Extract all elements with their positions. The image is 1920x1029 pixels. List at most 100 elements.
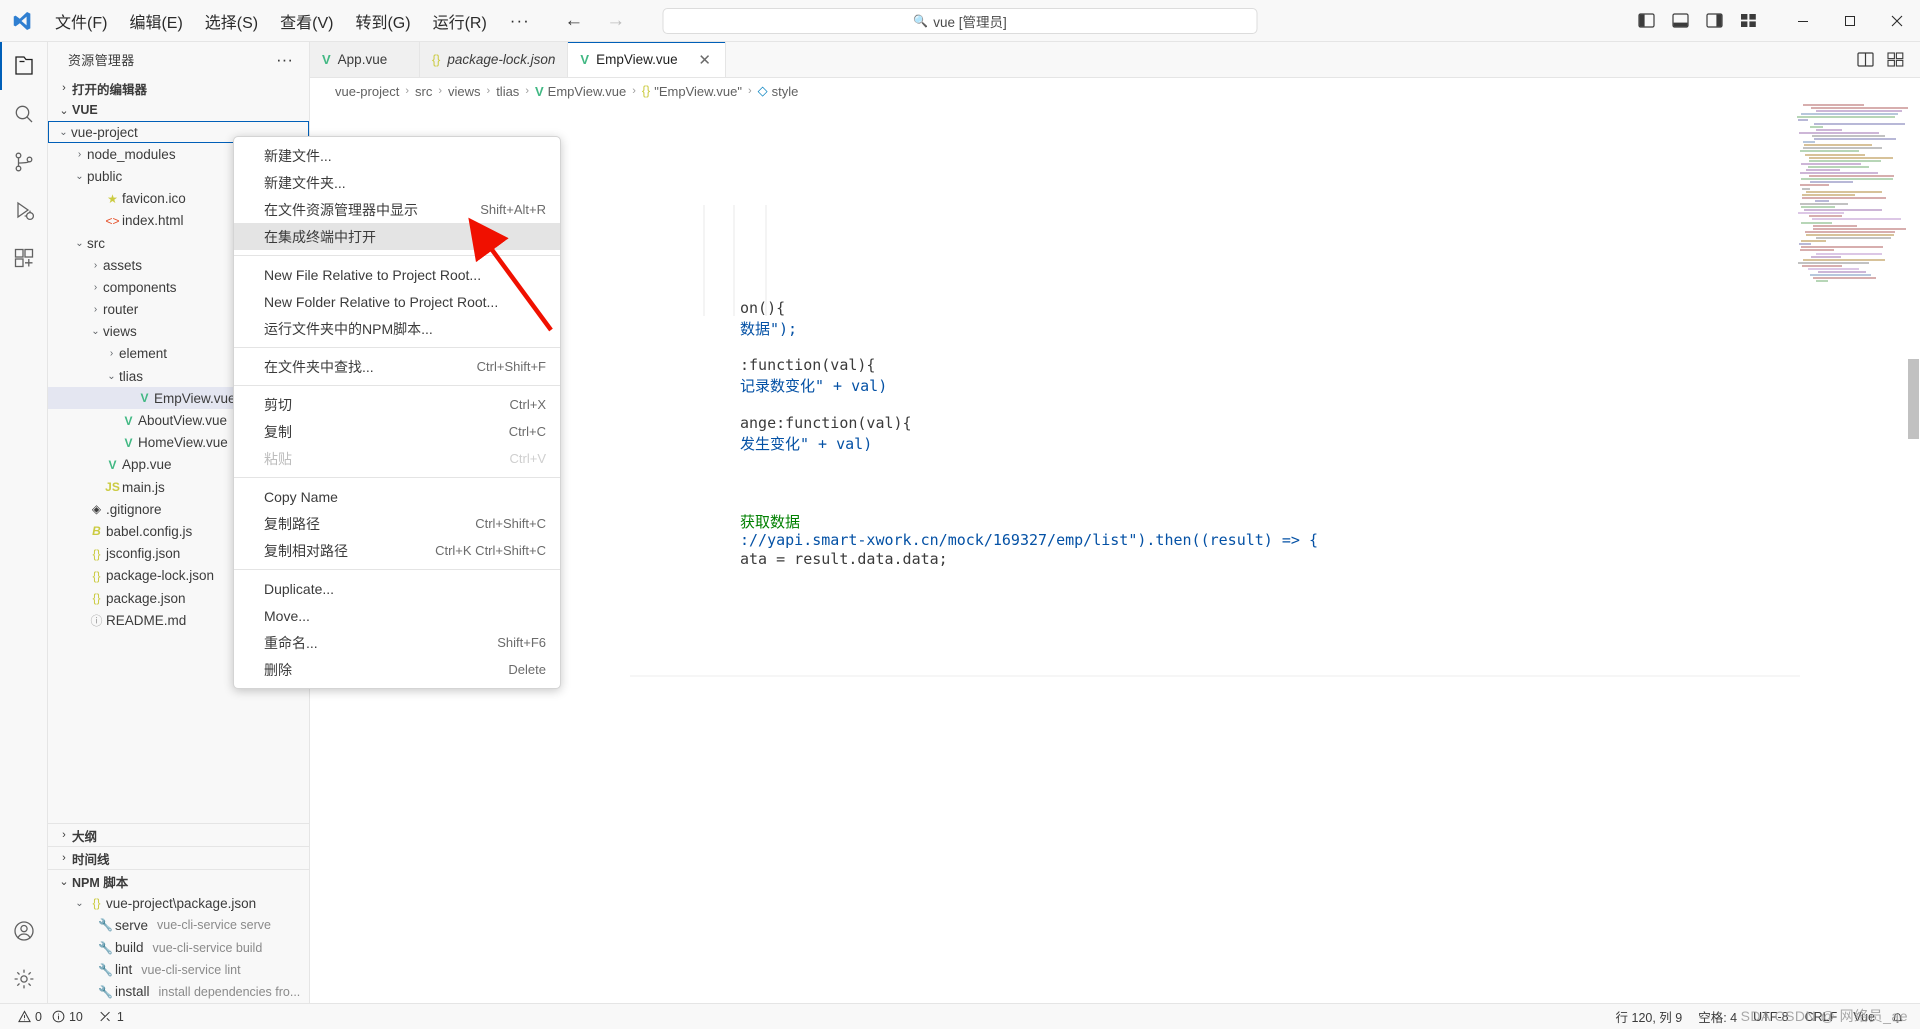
breadcrumb-item[interactable]: {} "EmpView.vue" <box>642 84 742 99</box>
section-timeline[interactable]: › 时间线 <box>48 846 309 869</box>
window-close-button[interactable] <box>1873 0 1920 42</box>
context-menu-item[interactable]: 在文件资源管理器中显示 Shift+Alt+R <box>234 196 560 223</box>
toggle-primary-sidebar-icon[interactable] <box>1629 0 1663 42</box>
code-fragment: 发生变化" + val) <box>740 433 872 454</box>
section-open-editors[interactable]: › 打开的编辑器 <box>48 77 309 99</box>
minimap-line <box>1809 125 1824 128</box>
context-menu-item[interactable]: 复制 Ctrl+C <box>234 418 560 445</box>
minimap-line <box>1812 277 1876 280</box>
context-menu-item-label: New Folder Relative to Project Root... <box>264 293 499 310</box>
npm-package-json-item[interactable]: ⌄ {} vue-project\package.json <box>48 892 309 914</box>
tree-item-label: babel.config.js <box>106 523 193 539</box>
more-editor-actions-icon[interactable] <box>1880 42 1910 78</box>
context-menu-item-label: Duplicate... <box>264 580 335 597</box>
context-menu-item[interactable]: 复制相对路径 Ctrl+K Ctrl+Shift+C <box>234 537 560 564</box>
breadcrumb-item[interactable]: ◇ style <box>758 83 799 99</box>
scrollbar-thumb[interactable] <box>1908 359 1919 439</box>
explorer-context-menu[interactable]: 新建文件... 新建文件夹... 在文件资源管理器中显示 Shift+Alt+R 在集成… <box>233 136 561 689</box>
minimap-line <box>1800 150 1859 153</box>
activity-explorer-icon[interactable] <box>0 42 48 90</box>
npm-script-lint[interactable]: 🔧 lint vue-cli-service lint <box>48 959 309 981</box>
context-menu-item[interactable]: 新建文件... <box>234 142 560 169</box>
activity-extensions-icon[interactable] <box>0 234 48 282</box>
tab-empview-vue[interactable]: V EmpView.vue ✕ <box>568 42 726 77</box>
code-fragment-text: on(){ <box>740 299 786 317</box>
menu-go[interactable]: 转到(G) <box>344 0 421 41</box>
command-center[interactable]: 🔍 vue [管理员] <box>662 7 1258 34</box>
breadcrumb-item[interactable]: tlias <box>496 84 519 99</box>
context-menu-item-label: 复制路径 <box>264 515 320 532</box>
activity-search-icon[interactable] <box>0 90 48 138</box>
context-menu-item-label: 新建文件夹... <box>264 174 346 191</box>
code-fragment: 数据"); <box>740 318 797 339</box>
tab-close-icon[interactable]: ✕ <box>697 51 713 69</box>
window-minimize-button[interactable] <box>1779 0 1826 42</box>
activity-source-control-icon[interactable] <box>0 138 48 186</box>
context-menu-item-label: 重命名... <box>264 634 318 651</box>
status-ports[interactable]: 1 <box>91 1004 132 1029</box>
breadcrumb-item[interactable]: V EmpView.vue <box>535 84 626 99</box>
status-cursor-position[interactable]: 行 120, 列 9 <box>1608 1004 1691 1029</box>
context-menu-item[interactable]: 在文件夹中查找... Ctrl+Shift+F <box>234 353 560 380</box>
tree-item-label: public <box>87 168 123 184</box>
minimap-line <box>1800 206 1835 209</box>
tab-package-lock-json[interactable]: {} package-lock.json <box>420 42 569 77</box>
section-outline[interactable]: › 大纲 <box>48 823 309 846</box>
toggle-secondary-sidebar-icon[interactable] <box>1697 0 1731 42</box>
activity-settings-gear-icon[interactable] <box>0 955 48 1003</box>
section-npm-scripts[interactable]: ⌄ NPM 脚本 <box>48 869 309 892</box>
menu-selection[interactable]: 选择(S) <box>194 0 269 41</box>
minimap-line <box>1803 258 1886 261</box>
context-menu-item[interactable]: New Folder Relative to Project Root... <box>234 288 560 315</box>
toggle-panel-icon[interactable] <box>1663 0 1697 42</box>
tree-indent-spacer: › <box>72 615 87 626</box>
menu-view[interactable]: 查看(V) <box>269 0 344 41</box>
window-maximize-button[interactable] <box>1826 0 1873 42</box>
status-problems[interactable]: 0 10 <box>10 1004 91 1029</box>
section-open-editors-label: 打开的编辑器 <box>72 82 148 97</box>
split-editor-right-icon[interactable] <box>1850 42 1880 78</box>
breadcrumb-separator-icon: › <box>438 85 442 97</box>
json-icon: {} <box>432 52 441 67</box>
breadcrumb-separator-icon: › <box>747 85 752 97</box>
context-menu-item[interactable]: New File Relative to Project Root... <box>234 261 560 288</box>
tree-item-label: assets <box>103 257 143 273</box>
menu-edit[interactable]: 编辑(E) <box>118 0 193 41</box>
context-menu-item[interactable]: 复制路径 Ctrl+Shift+C <box>234 510 560 537</box>
context-menu-item[interactable]: 运行文件夹中的NPM脚本... <box>234 315 560 342</box>
tree-item-label: EmpView.vue <box>154 390 236 406</box>
context-menu-item[interactable]: 在集成终端中打开 <box>234 223 560 250</box>
activity-account-icon[interactable] <box>0 907 48 955</box>
context-menu-item[interactable]: Move... <box>234 602 560 629</box>
back-arrow-icon[interactable]: ← <box>564 10 584 32</box>
menu-file[interactable]: 文件(F) <box>44 0 118 41</box>
forward-arrow-icon[interactable]: → <box>606 10 626 32</box>
menu-bar[interactable]: 文件(F) 编辑(E) 选择(S) 查看(V) 转到(G) 运行(R) ··· <box>44 0 542 41</box>
context-menu-item[interactable]: 删除 Delete <box>234 656 560 683</box>
explorer-more-actions-icon[interactable]: ··· <box>266 50 303 70</box>
context-menu-item[interactable]: 新建文件夹... <box>234 169 560 196</box>
menu-overflow-button[interactable]: ··· <box>498 0 542 41</box>
minimap-line <box>1799 131 1880 134</box>
activity-run-debug-icon[interactable] <box>0 186 48 234</box>
editor-vertical-scrollbar[interactable] <box>1906 104 1920 1003</box>
breadcrumb-item[interactable]: src <box>415 84 432 99</box>
babel-icon: B <box>92 524 101 539</box>
breadcrumb-item[interactable]: vue-project <box>335 84 399 99</box>
tab-app-vue[interactable]: V App.vue <box>310 42 420 77</box>
npm-script-install[interactable]: 🔧 install install dependencies fro... <box>48 981 309 1003</box>
npm-script-build[interactable]: 🔧 build vue-cli-service build <box>48 936 309 958</box>
context-menu-item[interactable]: 剪切 Ctrl+X <box>234 391 560 418</box>
status-indentation[interactable]: 空格: 4 <box>1690 1004 1745 1029</box>
context-menu-item[interactable]: Copy Name <box>234 483 560 510</box>
editor-minimap[interactable] <box>1796 104 1908 1003</box>
breadcrumb-separator-icon: › <box>632 85 636 97</box>
menu-run[interactable]: 运行(R) <box>422 0 498 41</box>
customize-layout-icon[interactable] <box>1731 0 1765 42</box>
breadcrumb-item[interactable]: views <box>448 84 481 99</box>
npm-script-serve[interactable]: 🔧 serve vue-cli-service serve <box>48 914 309 936</box>
section-workspace[interactable]: ⌄ VUE <box>48 99 309 121</box>
breadcrumb-separator-icon: › <box>525 85 529 97</box>
context-menu-item[interactable]: 重命名... Shift+F6 <box>234 629 560 656</box>
context-menu-item[interactable]: Duplicate... <box>234 575 560 602</box>
